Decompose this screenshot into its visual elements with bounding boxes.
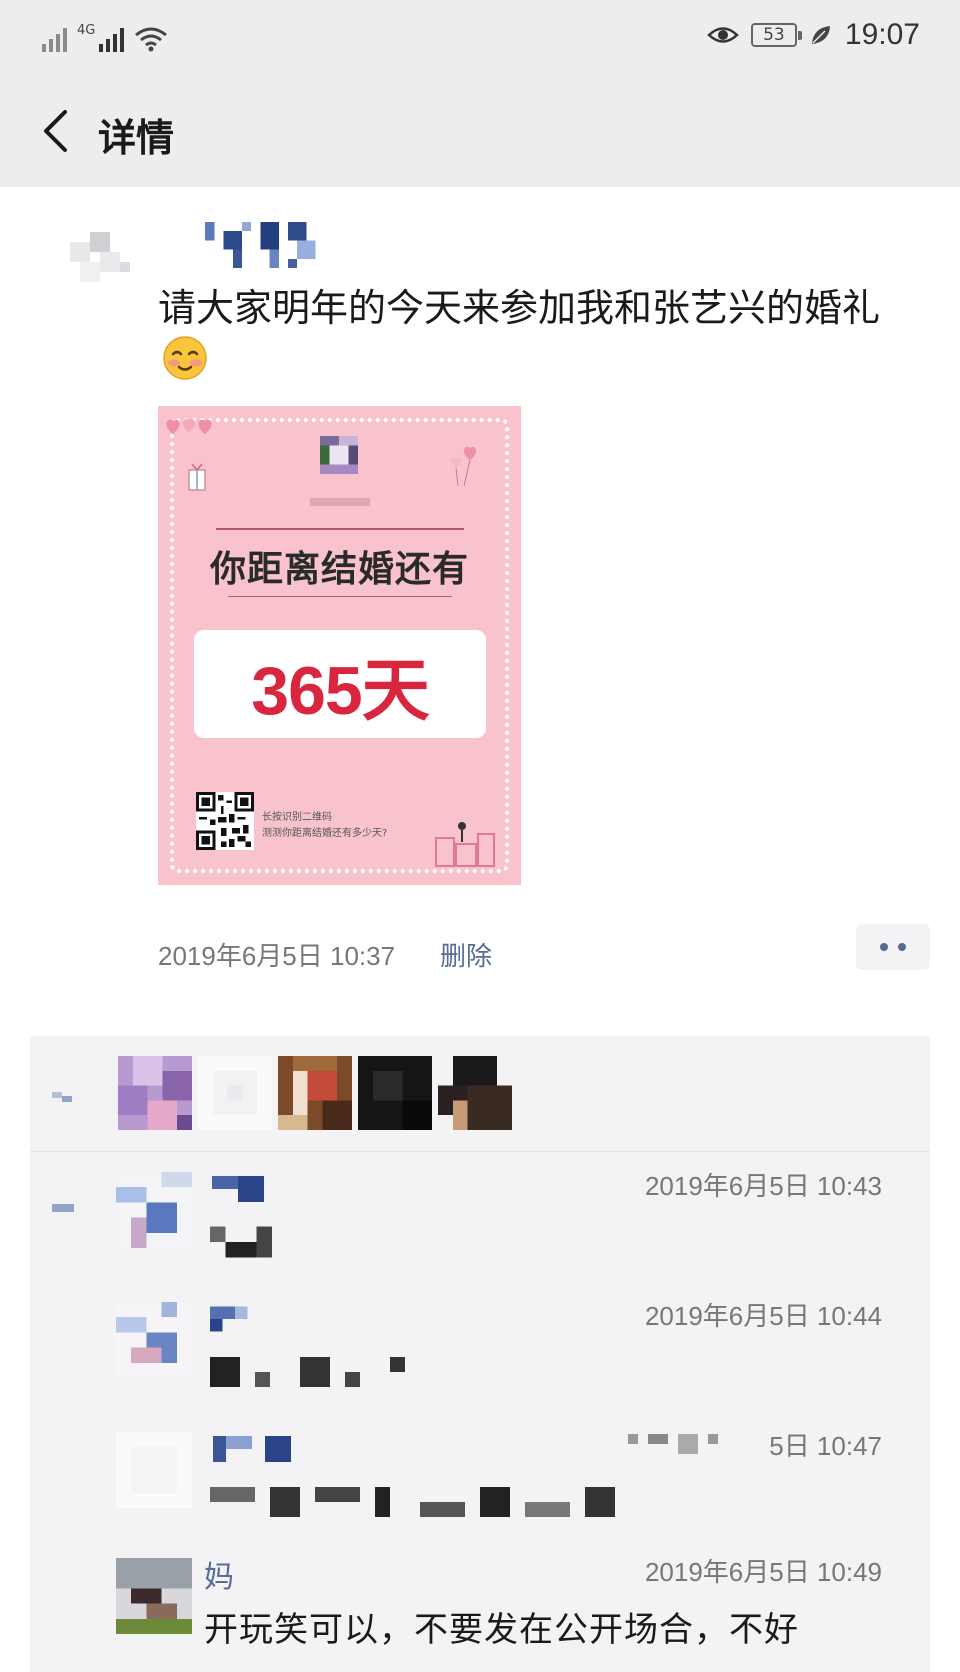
liker-avatar[interactable] [438,1056,512,1130]
commenter-avatar[interactable] [116,1558,192,1634]
comment-timestamp: 2019年6月5日 10:49 [644,1557,882,1587]
comment-timestamp: 5日 10:47 [769,1431,882,1461]
chevron-left-icon [44,110,67,152]
liker-avatar[interactable] [358,1056,432,1130]
qr-caption-line1: 长按识别二维码 [262,812,332,823]
comment-timestamp: 2019年6月5日 10:43 [644,1171,882,1201]
wifi-icon [135,27,168,52]
dot-icon [880,943,888,951]
battery-icon: 53 [750,23,802,47]
status-bar-left: 4G [42,18,168,52]
comment-timestamp-blurred [628,1434,718,1454]
post-timestamp: 2019年6月5日 10:37 [158,941,396,971]
eye-comfort-icon [707,27,739,43]
blushing-smile-emoji-icon [163,336,207,380]
page-title: 详情 [98,116,175,160]
commenter-avatar[interactable] [116,1302,192,1378]
comment-item: 妈 2019年6月5日 10:49 开玩笑可以，不要发在公开场合，不好 [0,1552,960,1672]
heart-icon [52,1092,72,1102]
qr-caption: 长按识别二维码 测测你距离结婚还有多少天? [262,810,387,842]
status-bar-right: 53 19:07 [707,18,920,52]
cake-decoration-icon [435,822,495,867]
days-card: 365天 [194,630,486,738]
comment-text: 开玩笑可以，不要发在公开场合，不好 [204,1610,799,1650]
commenter-avatar[interactable] [116,1172,192,1248]
hearts-decoration-icon [166,419,212,434]
navigation-bar: 详情 [0,75,960,187]
liker-avatar[interactable] [278,1056,352,1130]
sim1-signal-icon [42,26,67,52]
post-text: 请大家明年的今天来参加我和张艺兴的婚礼 [158,282,918,386]
delete-link[interactable]: 删除 [440,936,492,973]
post-text-content: 请大家明年的今天来参加我和张艺兴的婚礼 [158,286,881,330]
comment-text-blurred [210,1357,405,1387]
app-name-blurred [310,498,370,506]
commenter-name-blurred[interactable] [210,1436,294,1462]
comment-text-blurred [210,1487,615,1517]
commenter-avatar[interactable] [116,1432,192,1508]
commenter-name[interactable]: 妈 [204,1552,234,1596]
likes-row [30,1036,930,1152]
back-button[interactable] [26,101,86,161]
comment-item: 5日 10:47 [0,1426,960,1546]
author-name[interactable] [200,222,330,268]
comment-item: 2019年6月5日 10:44 [0,1296,960,1416]
dot-icon [898,943,906,951]
heading-rule-bottom [228,596,452,597]
liker-avatar[interactable] [118,1056,192,1130]
more-actions-button[interactable] [856,924,930,970]
comment-text-blurred [210,1226,272,1258]
post-image[interactable]: 你距离结婚还有 365天 长按识别二维码 测测你距离结婚还有多少天? [158,406,521,885]
qr-caption-line2: 测测你距离结婚还有多少天? [262,828,388,839]
app-logo-image [320,436,358,474]
balloon-hearts-icon [451,447,477,487]
gift-decoration-icon [188,463,206,491]
author-avatar[interactable] [60,232,140,312]
commenter-name-blurred[interactable] [210,1306,260,1332]
clock-time: 19:07 [844,18,920,51]
status-bar: 4G 53 19:07 [0,0,960,75]
comment-timestamp: 2019年6月5日 10:44 [644,1301,882,1331]
network-type-label: 4G [77,23,96,38]
commenter-name-blurred[interactable] [210,1176,266,1202]
heading-rule-top [216,528,464,530]
qr-code-icon [196,792,254,850]
sim2-signal-icon [99,26,125,52]
days-count: 365天 [251,652,429,729]
liker-avatar[interactable] [198,1056,272,1130]
image-heading: 你距离结婚还有 [209,548,469,590]
leaf-icon [811,26,830,44]
comment-item: 2019年6月5日 10:43 [0,1166,960,1286]
